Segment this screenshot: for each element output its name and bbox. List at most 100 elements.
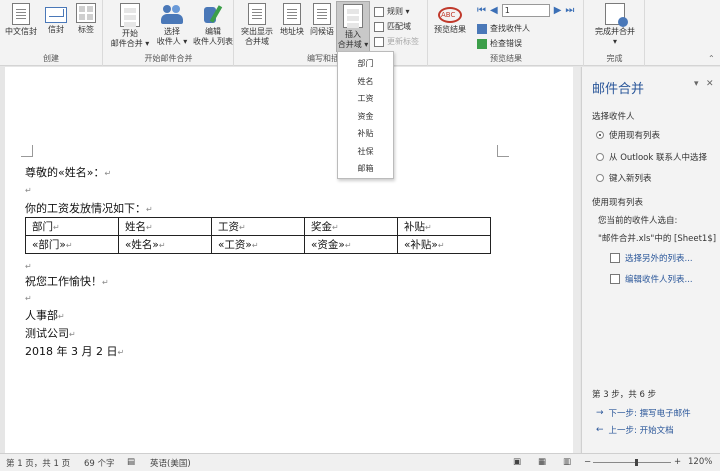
mail-merge-pane: 邮件合并 ▾ ✕ 选择收件人 使用现有列表 从 Outlook 联系人中选择 键… <box>581 67 720 453</box>
document-area: 尊敬的«姓名»：↵ ↵ 你的工资发放情况如下：↵ 部门↵ 姓名↵ 工资↵ 奖金↵… <box>0 67 580 453</box>
step-indicator: 第 3 步，共 6 步 <box>592 390 657 400</box>
table-cell[interactable]: «资金»↵ <box>304 235 398 254</box>
table-cell[interactable]: «工资»↵ <box>211 235 305 254</box>
wish-line[interactable]: 祝您工作愉快！↵ <box>25 273 109 289</box>
dropdown-item-name[interactable]: 姓名 <box>338 73 393 91</box>
print-layout-icon[interactable]: ▦ <box>538 457 546 467</box>
envelope-button[interactable]: 信封 <box>42 3 70 35</box>
finish-merge-button[interactable]: 完成并合并 ▾ <box>589 3 641 47</box>
insert-merge-field-button[interactable]: 插入 合并域 ▾ <box>336 1 370 52</box>
zoom-in-button[interactable]: + <box>674 457 681 467</box>
highlight-fields-button[interactable]: 突出显示 合并域 <box>237 3 277 47</box>
arrow-right-icon: → <box>596 408 604 418</box>
web-layout-icon[interactable]: ▥ <box>563 457 571 467</box>
chinese-envelope-button[interactable]: 中文信封 <box>4 3 38 37</box>
dropdown-item-salary[interactable]: 工资 <box>338 90 393 108</box>
radio-icon <box>596 174 604 182</box>
empty-paragraph: ↵ <box>25 186 32 195</box>
radio-outlook-contacts[interactable]: 从 Outlook 联系人中选择 <box>596 151 707 163</box>
envelope-icon <box>45 7 67 23</box>
radio-existing-list[interactable]: 使用现有列表 <box>596 129 660 141</box>
close-icon[interactable]: ✕ <box>706 79 714 89</box>
signature-department[interactable]: 人事部↵ <box>25 307 65 323</box>
rules-button[interactable]: 规则 ▾ <box>374 5 410 18</box>
page-count[interactable]: 第 1 页，共 1 页 <box>6 457 70 469</box>
select-recipients-button[interactable]: 选择 收件人 ▾ <box>152 3 192 47</box>
next-record-icon[interactable]: ▶ <box>554 5 562 16</box>
edit-list-icon <box>610 274 620 284</box>
preview-results-button[interactable]: 预览结果 <box>431 3 469 35</box>
group-create: 中文信封 信封 标签 创建 <box>0 0 103 66</box>
dropdown-item-department[interactable]: 部门 <box>338 55 393 73</box>
dropdown-item-email[interactable]: 邮箱 <box>338 160 393 178</box>
greeting-line-button[interactable]: 问候语 <box>307 3 337 37</box>
check-errors-icon <box>477 38 487 49</box>
radio-new-list[interactable]: 键入新列表 <box>596 172 652 184</box>
vertical-scrollbar[interactable] <box>573 67 580 453</box>
read-mode-icon[interactable]: ▣ <box>513 457 521 467</box>
check-errors-button[interactable]: 检查错误 <box>477 37 522 50</box>
group-write-label: 编写和插入域 <box>307 54 355 63</box>
labels-button[interactable]: 标签 <box>72 3 100 35</box>
previous-record-icon[interactable]: ◀ <box>490 5 498 16</box>
first-record-icon[interactable]: ⏮ <box>477 5 486 16</box>
collapse-ribbon-icon[interactable]: ⌃ <box>708 54 715 63</box>
insert-field-icon <box>343 4 363 28</box>
labels-icon <box>76 3 96 23</box>
table-header-cell[interactable]: 补贴↵ <box>397 217 491 236</box>
current-source-value: "邮件合并.xls"中的 [Sheet1$] <box>598 234 717 244</box>
edit-recipients-button[interactable]: 编辑 收件人列表 <box>192 3 234 47</box>
zoom-slider-knob[interactable] <box>635 459 638 466</box>
last-record-icon[interactable]: ⏭ <box>565 5 574 16</box>
table-header-row: 部门↵ 姓名↵ 工资↵ 奖金↵ 补贴↵ <box>25 217 491 236</box>
group-preview: 预览结果 ⏮ ◀ 1 ▶ ⏭ 查找收件人 检查错误 预览结果 <box>429 0 584 66</box>
start-merge-button[interactable]: 开始 邮件合并 ▾ <box>108 3 152 49</box>
address-block-icon <box>283 3 301 25</box>
previous-step-link[interactable]: ← 上一步: 开始文档 <box>596 424 674 436</box>
signature-date[interactable]: 2018 年 3 月 2 日↵ <box>25 343 124 359</box>
word-count[interactable]: 69 个字 <box>84 457 115 469</box>
document-page[interactable]: 尊敬的«姓名»：↵ ↵ 你的工资发放情况如下：↵ 部门↵ 姓名↵ 工资↵ 奖金↵… <box>5 67 573 453</box>
table-cell[interactable]: «姓名»↵ <box>118 235 212 254</box>
address-block-button[interactable]: 地址块 <box>277 3 307 37</box>
zoom-slider[interactable] <box>593 459 671 466</box>
radio-icon <box>596 153 604 161</box>
group-create-label: 创建 <box>43 54 59 63</box>
signature-company[interactable]: 测试公司↵ <box>25 325 76 341</box>
group-finish-label: 完成 <box>606 54 623 63</box>
recipients-icon <box>161 3 183 25</box>
next-step-link[interactable]: → 下一步: 撰写电子邮件 <box>596 407 691 419</box>
proofing-icon[interactable]: ▤ <box>127 457 135 467</box>
record-number-input[interactable]: 1 <box>501 4 550 17</box>
intro-line[interactable]: 你的工资发放情况如下：↵ <box>25 200 153 216</box>
table-header-cell[interactable]: 工资↵ <box>211 217 305 236</box>
match-fields-button[interactable]: 匹配域 <box>374 20 411 33</box>
salary-table[interactable]: 部门↵ 姓名↵ 工资↵ 奖金↵ 补贴↵ «部门»↵ «姓名»↵ «工资»↵ «资… <box>25 217 491 254</box>
edit-recipient-list-link[interactable]: 编辑收件人列表... <box>610 273 693 285</box>
group-finish: 完成并合并 ▾ 完成 <box>585 0 645 66</box>
status-bar: 第 1 页，共 1 页 69 个字 ▤ 英语(美国) ▣ ▦ ▥ − + 120… <box>0 453 720 471</box>
table-cell[interactable]: «补贴»↵ <box>397 235 491 254</box>
dropdown-item-allowance[interactable]: 补贴 <box>338 125 393 143</box>
table-cell[interactable]: «部门»↵ <box>25 235 119 254</box>
section-existing-list: 使用现有列表 <box>592 198 644 208</box>
greeting-line[interactable]: 尊敬的«姓名»：↵ <box>25 164 111 180</box>
pane-options-icon[interactable]: ▾ <box>694 79 699 89</box>
zoom-level[interactable]: 120% <box>688 457 712 467</box>
dropdown-item-social-security[interactable]: 社保 <box>338 143 393 161</box>
highlight-fields-icon <box>248 3 266 25</box>
table-header-cell[interactable]: 部门↵ <box>25 217 119 236</box>
table-header-cell[interactable]: 姓名↵ <box>118 217 212 236</box>
find-recipient-button[interactable]: 查找收件人 <box>477 22 530 35</box>
pane-title: 邮件合并 <box>592 82 645 97</box>
chinese-envelope-icon <box>12 3 30 25</box>
greeting-line-icon <box>313 3 331 25</box>
record-navigation: ⏮ ◀ 1 ▶ ⏭ <box>477 4 574 17</box>
select-other-list-link[interactable]: 选择另外的列表... <box>610 252 693 264</box>
language[interactable]: 英语(美国) <box>150 457 191 469</box>
group-start-merge: 开始 邮件合并 ▾ 选择 收件人 ▾ 编辑 收件人列表 开始邮件合并 <box>104 0 234 66</box>
zoom-out-button[interactable]: − <box>584 457 591 467</box>
update-labels-button[interactable]: 更新标签 <box>374 35 419 48</box>
table-header-cell[interactable]: 奖金↵ <box>304 217 398 236</box>
dropdown-item-fund[interactable]: 资金 <box>338 108 393 126</box>
